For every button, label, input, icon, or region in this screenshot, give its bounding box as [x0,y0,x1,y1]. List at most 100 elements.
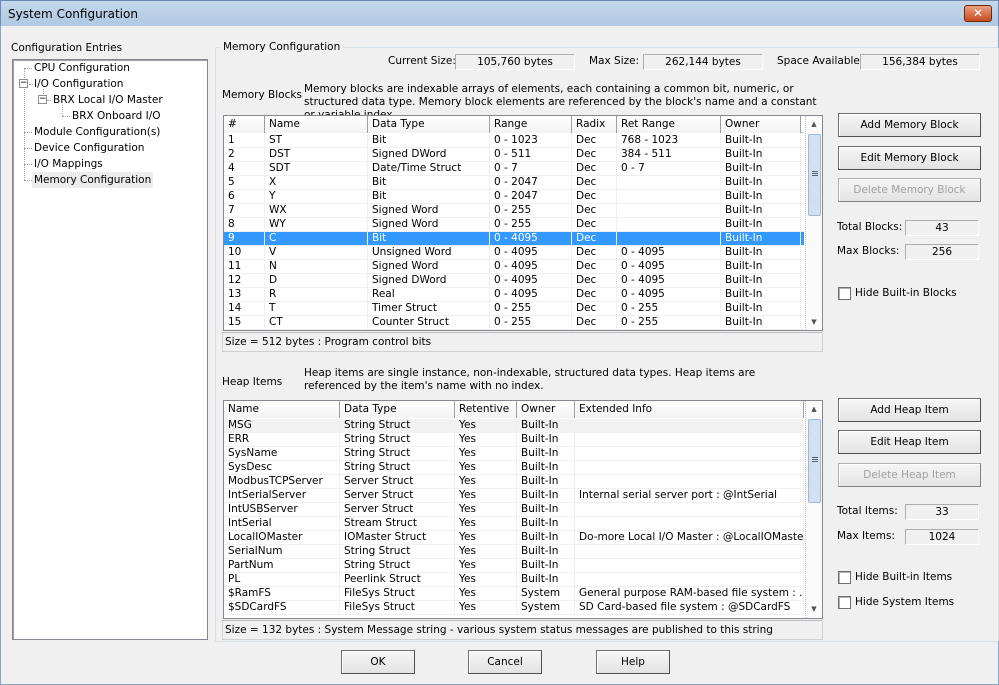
table-row[interactable]: SysName String Struct Yes Built-In [224,447,804,461]
table-row[interactable]: 2 DST Signed DWord 0 - 511 Dec 384 - 511 Built… [224,148,804,162]
memory-blocks-scrollbar[interactable]: ▲ ▼ [805,116,822,330]
table-row[interactable]: LocalIOMaster IOMaster Struct Yes Built-In D… [224,531,804,545]
hide-builtin-blocks-checkbox[interactable] [838,287,851,300]
table-cell: Built-In [517,545,575,559]
delete-memory-block-button[interactable]: Delete Memory Block [838,178,981,202]
ok-button[interactable]: OK [341,650,415,674]
table-cell: Peerlink Struct [340,573,455,587]
table-row[interactable]: 13 R Real 0 - 4095 Dec 0 - 4095 Built-In [224,288,804,302]
table-row[interactable]: IntSerialServer Server Struct Yes Built-In I… [224,489,804,503]
table-cell: 0 - 4095 [490,260,572,274]
table-cell: FileSys Struct [340,601,455,615]
table-cell: Bit [368,176,490,190]
hide-builtin-items-label[interactable]: Hide Built-in Items [855,571,952,583]
table-row[interactable]: $RamFS FileSys Struct Yes System General pur… [224,587,804,601]
table-cell: 0 - 1023 [490,134,572,148]
tree-item-io-mappings[interactable]: I/O Mappings [32,156,105,172]
hide-builtin-blocks-label[interactable]: Hide Built-in Blocks [855,287,957,299]
scroll-down-icon[interactable]: ▼ [806,314,822,330]
tree-item-memory-configuration[interactable]: Memory Configuration [32,172,154,188]
table-row[interactable]: PL Peerlink Struct Yes Built-In [224,573,804,587]
table-row[interactable]: 14 T Timer Struct 0 - 255 Dec 0 - 255 Built-In [224,302,804,316]
heap-items-table: Name Data Type Retentive Owner Extended Info… [223,400,823,619]
table-row[interactable]: PartNum String Struct Yes Built-In [224,559,804,573]
heap-items-scrollbar[interactable]: ▲ ▼ [805,401,822,618]
scroll-up-icon[interactable]: ▲ [806,401,822,417]
table-row[interactable]: 5 X Bit 0 - 2047 Dec Built-In [224,176,804,190]
column-header[interactable]: Retentive [455,401,517,418]
table-row[interactable]: 15 CT Counter Struct 0 - 255 Dec 0 - 255 Built… [224,316,804,330]
column-header[interactable]: Radix [572,116,617,133]
tree-item-device-configuration[interactable]: Device Configuration [32,140,146,156]
table-row[interactable]: MSG String Struct Yes Built-In [224,419,804,433]
column-header[interactable]: Owner [721,116,801,133]
table-row[interactable]: 12 D Signed DWord 0 - 4095 Dec 0 - 4095 Built-… [224,274,804,288]
table-row[interactable]: ERR String Struct Yes Built-In [224,433,804,447]
tree-line [62,116,70,117]
table-row[interactable]: 8 WY Signed Word 0 - 255 Dec Built-In [224,218,804,232]
table-row[interactable]: 7 WX Signed Word 0 - 255 Dec Built-In [224,204,804,218]
table-row[interactable]: SysDesc String Struct Yes Built-In [224,461,804,475]
table-row[interactable]: 6 Y Bit 0 - 2047 Dec Built-In [224,190,804,204]
hide-system-items-label[interactable]: Hide System Items [855,596,954,608]
tree-line [24,132,32,133]
column-header[interactable]: Owner [517,401,575,418]
table-cell: Built-In [721,246,801,260]
table-row[interactable]: SerialNum String Struct Yes Built-In [224,545,804,559]
tree-item-cpu-configuration[interactable]: CPU Configuration [32,60,132,76]
column-header[interactable]: # [224,116,265,133]
table-cell: ModbusTCPServer [224,475,340,489]
scroll-down-icon[interactable]: ▼ [806,601,822,617]
table-cell: Yes [455,419,517,433]
column-header[interactable]: Range [490,116,572,133]
tree-item-brx-onboard-io[interactable]: BRX Onboard I/O [70,108,163,124]
table-cell: 0 - 255 [617,302,721,316]
table-cell: Stream Struct [340,517,455,531]
table-row[interactable]: 11 N Signed Word 0 - 4095 Dec 0 - 4095 Built-I… [224,260,804,274]
column-header[interactable]: Ret Range [617,116,721,133]
add-memory-block-button[interactable]: Add Memory Block [838,113,981,137]
table-cell: 384 - 511 [617,148,721,162]
table-row[interactable]: IntUSBServer Server Struct Yes Built-In [224,503,804,517]
table-row[interactable]: ModbusTCPServer Server Struct Yes Built-In [224,475,804,489]
column-header[interactable]: Extended Info [575,401,804,418]
edit-heap-item-button[interactable]: Edit Heap Item [838,430,981,454]
table-row[interactable]: 1 ST Bit 0 - 1023 Dec 768 - 1023 Built-In [224,134,804,148]
cancel-button[interactable]: Cancel [468,650,542,674]
tree-item-module-configurations[interactable]: Module Configuration(s) [32,124,162,140]
column-header[interactable]: Name [224,401,340,418]
scroll-thumb[interactable] [808,419,821,503]
scroll-thumb[interactable] [808,134,821,216]
max-blocks-value: 256 [905,244,979,260]
collapse-icon[interactable]: − [38,95,47,104]
tree-item-io-configuration[interactable]: I/O Configuration [32,76,125,92]
edit-memory-block-button[interactable]: Edit Memory Block [838,146,981,170]
table-row[interactable]: 4 SDT Date/Time Struct 0 - 7 Dec 0 - 7 Built-I… [224,162,804,176]
column-header[interactable]: Data Type [368,116,490,133]
hide-builtin-items-checkbox[interactable] [838,571,851,584]
memory-blocks-status: Size = 512 bytes : Program control bits [222,332,823,352]
tree-item-brx-local-io-master[interactable]: BRX Local I/O Master [51,92,165,108]
table-row[interactable]: 10 V Unsigned Word 0 - 4095 Dec 0 - 4095 Built… [224,246,804,260]
table-cell: Built-In [721,260,801,274]
table-cell: Signed DWord [368,148,490,162]
table-cell: Built-In [721,302,801,316]
table-cell: Built-In [517,433,575,447]
add-heap-item-button[interactable]: Add Heap Item [838,398,981,422]
collapse-icon[interactable]: − [19,79,28,88]
scroll-up-icon[interactable]: ▲ [806,116,822,132]
table-cell: 0 - 511 [490,148,572,162]
hide-system-items-checkbox[interactable] [838,596,851,609]
help-button[interactable]: Help [596,650,670,674]
table-row[interactable]: $SDCardFS FileSys Struct Yes System SD Card-… [224,601,804,615]
table-cell [575,475,804,489]
table-cell: String Struct [340,545,455,559]
table-cell [617,218,721,232]
table-row[interactable]: 9 C Bit 0 - 4095 Dec Built-In [224,232,804,246]
column-header[interactable]: Data Type [340,401,455,418]
close-button[interactable]: ✕ [964,5,992,22]
column-header[interactable]: Name [265,116,368,133]
table-row[interactable]: IntSerial Stream Struct Yes Built-In [224,517,804,531]
delete-heap-item-button[interactable]: Delete Heap Item [838,463,981,487]
table-cell: D [265,274,368,288]
